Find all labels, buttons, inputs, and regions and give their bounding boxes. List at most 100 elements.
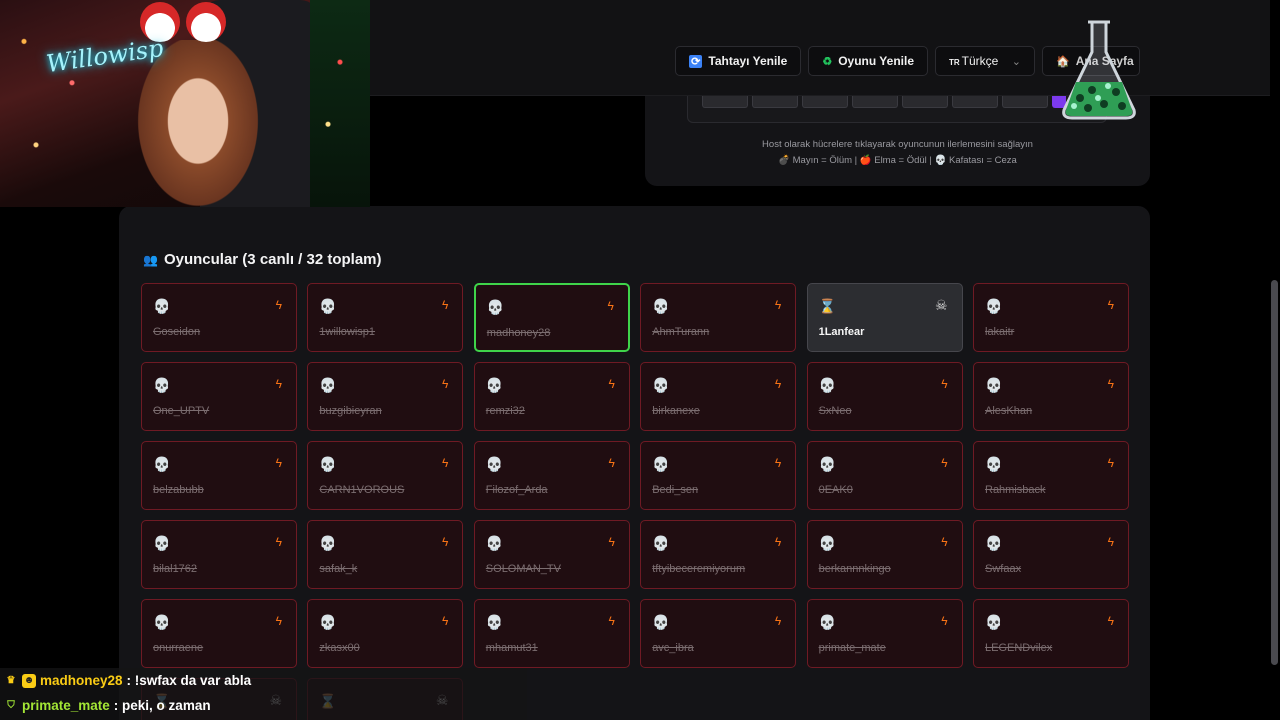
player-card[interactable]: 💀 ϟ madhoney28: [473, 283, 630, 352]
player-card[interactable]: 💀 ϟ birkanexe: [640, 362, 797, 431]
player-card[interactable]: 💀 ϟ mhamut31: [473, 599, 630, 668]
player-card[interactable]: 💀 ϟ Goseidon: [141, 283, 297, 352]
player-card[interactable]: 💀 ϟ 1willowisp1: [307, 283, 464, 352]
chat-username[interactable]: primate_mate: [22, 698, 110, 713]
skull-icon: 💀: [319, 377, 337, 393]
skull-icon: 💀: [985, 456, 1003, 472]
player-name: One_UPTV: [153, 405, 210, 417]
player-card[interactable]: 💀 ϟ CARN1VOROUS: [307, 441, 464, 510]
revive-icon[interactable]: ϟ: [276, 377, 282, 391]
chat-overlay: ♛ ☻ madhoney28 : !swfax da var abla ⛉ pr…: [0, 668, 527, 720]
player-card[interactable]: 💀 ϟ SxNeo: [806, 362, 963, 431]
board-cell[interactable]: [1002, 96, 1048, 108]
skull-icon: 💀: [818, 614, 837, 630]
subscriber-badge-icon: ☻: [22, 673, 36, 688]
player-card[interactable]: 💀 ϟ Filozof_Arda: [473, 441, 630, 510]
player-card[interactable]: 💀 ϟ onurraene: [141, 599, 297, 668]
revive-icon[interactable]: ϟ: [775, 377, 781, 391]
player-card[interactable]: 💀 ϟ belzabubb: [141, 441, 297, 510]
revive-icon[interactable]: ϟ: [1108, 614, 1114, 628]
revive-icon[interactable]: ϟ: [442, 614, 448, 628]
revive-icon[interactable]: ϟ: [442, 535, 448, 549]
revive-icon[interactable]: ϟ: [1108, 535, 1114, 549]
recycle-icon: ♻: [822, 55, 833, 68]
skull-icon: 💀: [652, 377, 670, 393]
refresh-board-button[interactable]: ⟳ Tahtayı Yenile: [675, 46, 802, 76]
player-card[interactable]: 💀 ϟ AhmTurann: [640, 283, 797, 352]
revive-icon[interactable]: ϟ: [608, 614, 614, 628]
revive-icon[interactable]: ϟ: [775, 456, 781, 470]
player-name: mhamut31: [485, 642, 538, 654]
revive-icon[interactable]: ϟ: [941, 535, 947, 549]
revive-icon[interactable]: ϟ: [1108, 298, 1114, 312]
revive-icon[interactable]: ϟ: [442, 298, 448, 312]
revive-icon[interactable]: ϟ: [1108, 377, 1114, 391]
revive-icon[interactable]: ϟ: [276, 456, 282, 470]
revive-icon[interactable]: ϟ: [276, 535, 282, 549]
skull-icon: 💀: [319, 456, 337, 472]
refresh-icon: ⟳: [689, 54, 703, 68]
player-card[interactable]: 💀 ϟ SOLOMAN_TV: [473, 520, 630, 589]
player-card[interactable]: 💀 ϟ Swfaax: [973, 520, 1129, 589]
board-cell[interactable]: [952, 96, 998, 108]
revive-icon[interactable]: ϟ: [607, 299, 613, 313]
board-cell[interactable]: [702, 96, 748, 108]
players-panel: 👥 Oyuncular (3 canlı / 32 toplam) 💀 ϟ Gose…: [119, 206, 1150, 720]
player-name: remzi32: [485, 405, 525, 417]
eliminate-icon[interactable]: ☠: [935, 297, 948, 314]
revive-icon[interactable]: ϟ: [608, 456, 614, 470]
player-card[interactable]: 💀 ϟ Bedi_sen: [640, 441, 797, 510]
player-card[interactable]: 💀 ϟ AlesKhan: [973, 362, 1129, 431]
player-card[interactable]: 💀 ϟ berkannnkingo: [806, 520, 963, 589]
language-select[interactable]: TR Türkçe ⌄: [935, 46, 1035, 76]
player-card[interactable]: 💀 ϟ zkasx00: [307, 599, 464, 668]
player-card[interactable]: 💀 ϟ bilal1762: [141, 520, 297, 589]
player-name: belzabubb: [153, 484, 204, 496]
player-card[interactable]: 💀 ϟ primate_mate: [806, 599, 963, 668]
revive-icon[interactable]: ϟ: [442, 456, 448, 470]
revive-icon[interactable]: ϟ: [608, 377, 614, 391]
board-cell[interactable]: [752, 96, 798, 108]
refresh-game-button[interactable]: ♻ Oyunu Yenile: [808, 46, 928, 76]
player-name: berkannnkingo: [818, 563, 891, 575]
revive-icon[interactable]: ϟ: [1108, 456, 1114, 470]
chat-username[interactable]: madhoney28: [40, 673, 123, 688]
revive-icon[interactable]: ϟ: [442, 377, 448, 391]
player-card[interactable]: 💀 ϟ avc_ibra: [640, 599, 797, 668]
string-lights: [0, 0, 120, 207]
board-cell[interactable]: [852, 96, 898, 108]
hourglass-icon: ⌛: [818, 298, 837, 314]
language-value: TR Türkçe: [949, 54, 999, 68]
scrollbar[interactable]: [1271, 280, 1278, 665]
player-card[interactable]: 💀 ϟ tftyibeceremiyorum: [640, 520, 797, 589]
players-title-text: Oyuncular (3 canlı / 32 toplam): [163, 251, 382, 268]
player-card[interactable]: 💀 ϟ buzgibieyran: [307, 362, 464, 431]
revive-icon[interactable]: ϟ: [775, 298, 781, 312]
flask-icon: [1062, 20, 1136, 120]
revive-icon[interactable]: ϟ: [276, 614, 282, 628]
player-card[interactable]: 💀 ϟ lakaitr: [973, 283, 1129, 352]
board-cell[interactable]: [902, 96, 948, 108]
player-card[interactable]: 💀 ϟ One_UPTV: [141, 362, 297, 431]
revive-icon[interactable]: ϟ: [941, 614, 947, 628]
player-card[interactable]: 💀 ϟ safak_k: [307, 520, 464, 589]
player-name: Swfaax: [985, 563, 1022, 575]
refresh-board-label: Tahtayı Yenile: [708, 54, 788, 68]
board-cell[interactable]: [802, 96, 848, 108]
player-card[interactable]: 💀 ϟ remzi32: [473, 362, 630, 431]
player-card[interactable]: 💀 ϟ 0EAK0: [806, 441, 963, 510]
revive-icon[interactable]: ϟ: [276, 298, 282, 312]
player-name: safak_k: [319, 563, 358, 575]
revive-icon[interactable]: ϟ: [775, 535, 781, 549]
player-name: lakaitr: [985, 326, 1015, 338]
chat-message: ⛉ primate_mate : peki, o zaman: [4, 698, 210, 713]
player-card[interactable]: 💀 ϟ LEGENDvilex: [973, 599, 1129, 668]
player-card[interactable]: 💀 ϟ Rahmisback: [973, 441, 1129, 510]
revive-icon[interactable]: ϟ: [775, 614, 781, 628]
revive-icon[interactable]: ϟ: [941, 377, 947, 391]
player-card[interactable]: ⌛ ☠ 1Lanfear: [806, 283, 963, 352]
revive-icon[interactable]: ϟ: [608, 535, 614, 549]
skull-icon: 💀: [985, 377, 1003, 393]
revive-icon[interactable]: ϟ: [941, 456, 947, 470]
player-name: SxNeo: [818, 405, 852, 417]
